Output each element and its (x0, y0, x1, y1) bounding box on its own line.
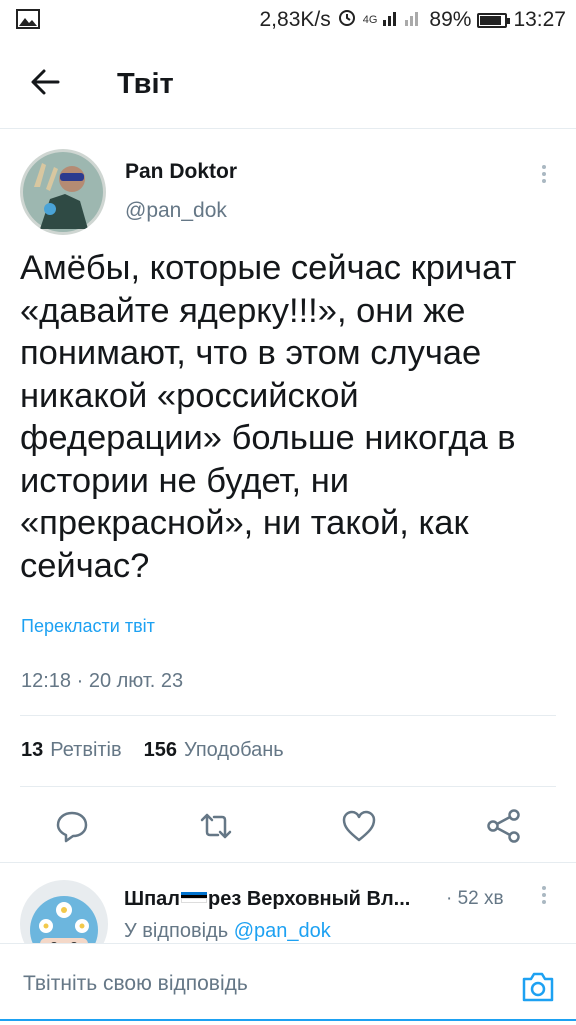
more-icon[interactable] (539, 883, 549, 907)
author-handle[interactable]: @pan_dok (125, 199, 227, 223)
reply-time: · 52 хв (446, 888, 504, 909)
battery-icon (477, 12, 511, 28)
signal-icon (383, 8, 423, 32)
reply-to-handle[interactable]: @pan_dok (234, 920, 331, 942)
divider (20, 786, 556, 787)
clock: 13:27 (513, 8, 566, 31)
translate-tweet-link[interactable]: Перекласти твіт (21, 616, 155, 637)
likes-label[interactable]: Уподобань (184, 739, 284, 762)
camera-icon[interactable] (520, 969, 556, 1005)
reply-author-name[interactable]: Шпал рез Верховный Вл... (124, 888, 410, 911)
estonia-flag-icon (181, 891, 208, 904)
image-icon (16, 8, 40, 36)
reply-to-label: У відповідь (124, 920, 229, 942)
tweet-stats: 13 Ретвітів 156 Уподобань (21, 739, 284, 762)
retweets-label[interactable]: Ретвітів (50, 739, 121, 762)
reply-composer[interactable]: Твітніть свою відповідь (0, 943, 576, 1025)
alarm-icon (337, 7, 357, 33)
reply-name-part2: рез Верховный Вл... (208, 888, 411, 910)
tweet-timestamp: 12:18 · 20 лют. 23 (21, 670, 184, 692)
reply-to: У відповідь @pan_dok (124, 920, 331, 943)
author-name[interactable]: Pan Doktor (125, 160, 237, 184)
network-type: 4G (362, 14, 378, 26)
tweet-actions (0, 800, 576, 850)
reply-name-part1: Шпал (124, 888, 181, 910)
author-avatar[interactable] (20, 149, 106, 235)
page-title: Твіт (117, 68, 174, 100)
reply-input[interactable]: Твітніть свою відповідь (23, 972, 248, 996)
retweets-count[interactable]: 13 (21, 739, 43, 762)
network-speed: 2,83K/s (259, 8, 331, 31)
input-underline (0, 1019, 576, 1021)
battery-percent: 89% (429, 8, 472, 31)
divider (0, 862, 576, 863)
retweet-icon[interactable] (196, 806, 236, 846)
top-bar: Твіт (0, 40, 576, 129)
divider (20, 715, 556, 716)
status-bar: 2,83K/s 4G 89% 13:27 (0, 0, 576, 40)
tweet-text: Амёбы, которые сейчас кричат «давайте яд… (20, 249, 517, 585)
reply-icon[interactable] (52, 806, 92, 846)
likes-count[interactable]: 156 (144, 739, 177, 762)
back-arrow-icon[interactable] (26, 62, 66, 102)
share-icon[interactable] (484, 806, 524, 846)
like-icon[interactable] (339, 806, 379, 846)
more-icon[interactable] (539, 162, 549, 186)
